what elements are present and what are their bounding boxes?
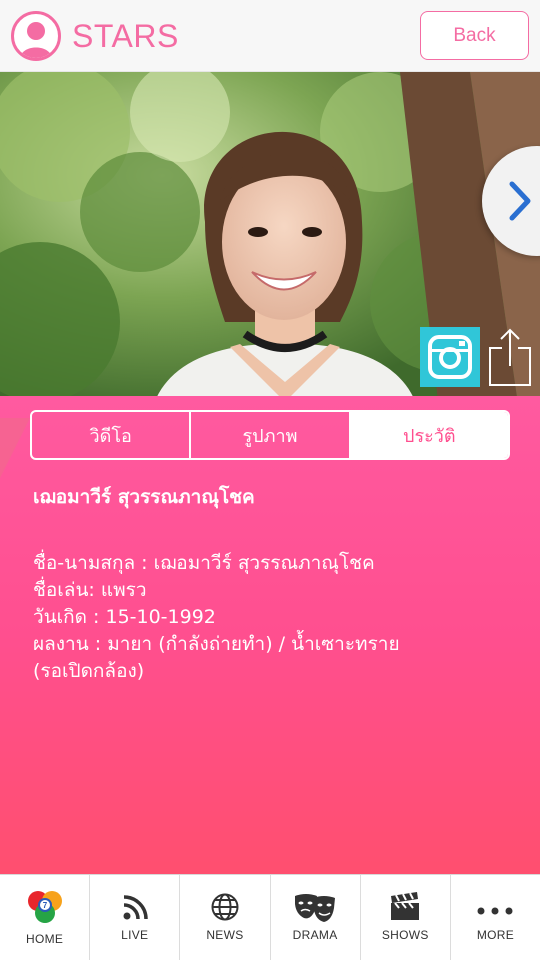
bio-birthdate: วันเกิด : 15-10-1992 — [33, 606, 216, 628]
page-title: STARS — [72, 18, 179, 54]
biography-text: ชื่อ-นามสกุล : เฌอมาวีร์ สุวรรณภาณุโชค ช… — [33, 550, 503, 685]
bio-nickname: ชื่อเล่น: แพรว — [33, 579, 147, 601]
tabbar-shows[interactable]: SHOWS — [361, 875, 451, 960]
app-header: STARS Back — [0, 0, 540, 72]
instagram-button[interactable] — [420, 327, 480, 387]
tabbar-label: HOME — [25, 932, 64, 946]
share-icon — [489, 328, 531, 386]
tab-biography[interactable]: ประวัติ — [350, 412, 508, 458]
globe-icon — [211, 893, 239, 921]
person-silhouette-icon — [11, 11, 61, 61]
theater-masks-icon — [295, 894, 336, 922]
tabbar-live[interactable]: LIVE — [90, 875, 181, 960]
ch7-logo-icon: 7 — [27, 891, 62, 923]
tabbar-news[interactable]: NEWS — [180, 875, 271, 960]
tab-photos[interactable]: รูปภาพ — [191, 412, 351, 458]
tab-video[interactable]: วิดีโอ — [32, 412, 192, 458]
bio-works-cont: (รอเปิดกล้อง) — [33, 660, 145, 682]
profile-tabs: วิดีโอ รูปภาพ ประวัติ — [30, 410, 510, 460]
share-button[interactable] — [487, 326, 533, 388]
clapperboard-icon — [391, 892, 420, 920]
more-dots-icon — [477, 907, 513, 915]
chevron-right-icon — [509, 181, 531, 221]
bio-works: ผลงาน : มายา (กำลังถ่ายทำ) / น้ำเซาะทราย — [33, 633, 400, 655]
bio-fullname: ชื่อ-นามสกุล : เฌอมาวีร์ สุวรรณภาณุโชค — [33, 552, 375, 574]
panel-decoration — [0, 418, 30, 478]
tabbar-label: LIVE — [121, 928, 149, 942]
tabbar-home[interactable]: 7 HOME — [0, 875, 91, 960]
tabbar-label: SHOWS — [381, 928, 429, 942]
rss-icon — [123, 895, 148, 920]
star-name: เฌอมาวีร์ สุวรรณภาณุโชค — [33, 486, 255, 508]
bottom-tab-bar: 7 HOME LIVE NEWS DRAMA SHOWS MORE — [0, 874, 540, 960]
tabbar-more[interactable]: MORE — [451, 875, 540, 960]
instagram-icon — [428, 335, 472, 379]
tabbar-label: MORE — [476, 928, 515, 942]
svg-text:7: 7 — [42, 901, 47, 910]
back-button[interactable]: Back — [420, 11, 529, 60]
tabbar-drama[interactable]: DRAMA — [271, 875, 361, 960]
tabbar-label: DRAMA — [292, 928, 338, 942]
tabbar-label: NEWS — [206, 928, 244, 942]
